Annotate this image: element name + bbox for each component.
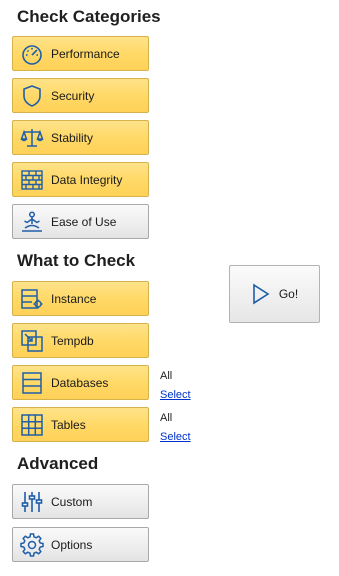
target-tempdb-button[interactable]: Tempdb — [12, 323, 149, 358]
shield-icon — [19, 83, 45, 109]
play-icon — [251, 283, 271, 305]
target-tempdb-label: Tempdb — [51, 333, 94, 348]
advanced-options-label: Options — [51, 537, 93, 552]
target-databases-button[interactable]: Databases — [12, 365, 149, 400]
section-title-advanced: Advanced — [17, 454, 99, 473]
go-button-label: Go! — [278, 287, 299, 301]
resize-icon — [19, 328, 45, 354]
category-security-button[interactable]: Security — [12, 78, 149, 113]
sliders-icon — [19, 489, 45, 515]
target-tables-label: Tables — [51, 417, 86, 432]
category-performance-label: Performance — [51, 46, 120, 61]
advanced-custom-label: Custom — [51, 494, 93, 509]
scales-icon — [19, 125, 45, 151]
speedometer-icon — [19, 41, 45, 67]
brick-wall-icon — [19, 167, 45, 193]
category-security-label: Security — [51, 88, 95, 103]
database-rows-icon — [19, 370, 45, 396]
category-performance-button[interactable]: Performance — [12, 36, 149, 71]
category-ease-of-use-button[interactable]: Ease of Use — [12, 204, 149, 239]
databases-scope-text: All — [160, 370, 173, 382]
category-data-integrity-label: Data Integrity — [51, 172, 123, 187]
target-instance-label: Instance — [51, 291, 97, 306]
category-data-integrity-button[interactable]: Data Integrity — [12, 162, 149, 197]
section-title-check-categories: Check Categories — [17, 7, 161, 26]
server-gear-icon — [19, 286, 45, 312]
gear-icon — [19, 532, 45, 558]
category-ease-of-use-label: Ease of Use — [51, 214, 117, 229]
meditating-person-icon — [19, 209, 45, 235]
tables-scope-text: All — [160, 412, 173, 424]
advanced-options-button[interactable]: Options — [12, 527, 149, 562]
go-button[interactable]: Go! — [229, 265, 320, 323]
grid-table-icon — [19, 412, 45, 438]
section-title-what-to-check: What to Check — [17, 251, 136, 270]
advanced-custom-button[interactable]: Custom — [12, 484, 149, 519]
databases-select-link[interactable]: Select — [160, 389, 191, 401]
tables-select-link[interactable]: Select — [160, 431, 191, 443]
category-stability-label: Stability — [51, 130, 94, 145]
target-instance-button[interactable]: Instance — [12, 281, 149, 316]
target-databases-label: Databases — [51, 375, 109, 390]
target-tables-button[interactable]: Tables — [12, 407, 149, 442]
category-stability-button[interactable]: Stability — [12, 120, 149, 155]
